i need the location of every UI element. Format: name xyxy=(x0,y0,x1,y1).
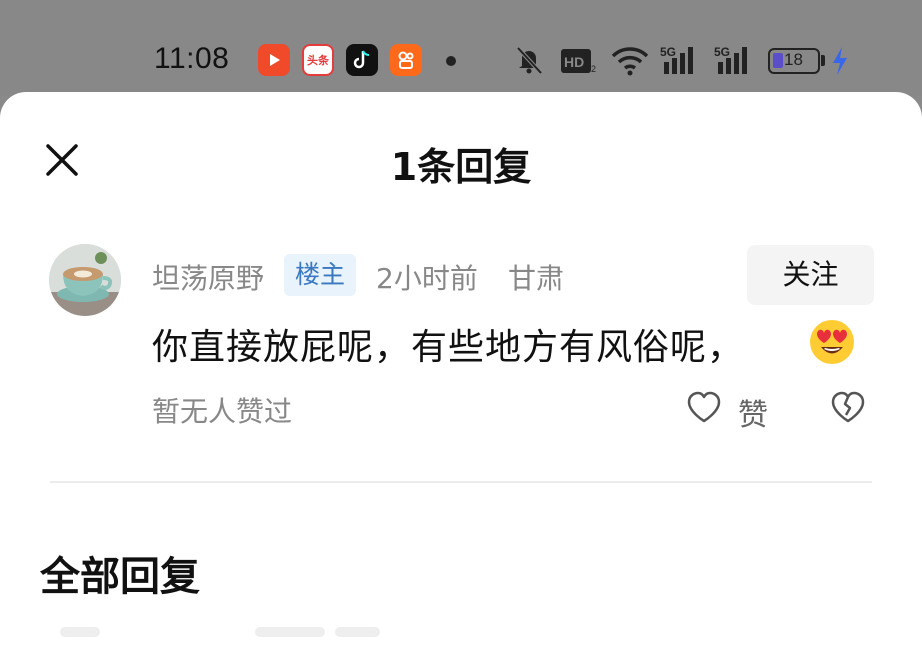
hd-icon: HD 2 xyxy=(561,49,596,74)
next-item-peek xyxy=(255,627,325,637)
next-avatar-peek xyxy=(60,627,100,637)
charging-bolt-icon xyxy=(833,47,847,75)
wifi-icon xyxy=(611,47,649,76)
svg-text:HD: HD xyxy=(564,54,584,70)
avatar[interactable] xyxy=(49,244,121,316)
user-name[interactable]: 坦荡原野 xyxy=(152,257,264,297)
svg-text:2: 2 xyxy=(591,64,596,74)
video-app-icon xyxy=(258,44,290,76)
reply-sheet: 1条回复 坦荡原野 楼主 2小时前 甘肃 关注 你直接放屁呢，有些地方有风俗呢，… xyxy=(0,92,922,652)
comment-text: 你直接放屁呢，有些地方有风俗呢， xyxy=(152,327,745,368)
battery-indicator: 18 xyxy=(768,48,820,74)
battery-level: 18 xyxy=(784,50,803,69)
battery-tip xyxy=(821,55,825,66)
sheet-title: 1条回复 xyxy=(390,145,532,189)
follow-button[interactable]: 关注 xyxy=(747,245,874,305)
tiktok-app-icon xyxy=(346,44,378,76)
broken-heart-icon[interactable] xyxy=(830,390,866,426)
kuaishou-app-icon xyxy=(390,44,422,76)
section-title: 全部回复 xyxy=(40,554,200,600)
status-bar: 11:08 头条 HD 2 5G 5G 18 xyxy=(0,0,922,96)
comment-location: 甘肃 xyxy=(508,262,565,295)
notification-dot xyxy=(446,56,456,66)
divider xyxy=(50,481,872,483)
next-item-peek-2 xyxy=(335,627,380,637)
no-likes-text: 暂无人赞过 xyxy=(152,395,293,428)
mute-bell-icon xyxy=(516,46,543,75)
signal-5g-icon-2: 5G xyxy=(714,45,747,74)
status-time: 11:08 xyxy=(154,42,230,75)
battery-fill xyxy=(773,53,783,68)
heart-eyes-emoji xyxy=(810,320,854,364)
signal-5g-icon: 5G xyxy=(660,45,693,74)
comment-time: 2小时前 xyxy=(376,262,478,295)
like-button[interactable]: 赞 xyxy=(738,390,768,434)
toutiao-app-icon: 头条 xyxy=(302,44,334,76)
heart-icon[interactable] xyxy=(686,390,722,426)
svg-text:5G: 5G xyxy=(714,45,730,59)
svg-text:5G: 5G xyxy=(660,45,676,59)
op-badge: 楼主 xyxy=(284,254,356,296)
